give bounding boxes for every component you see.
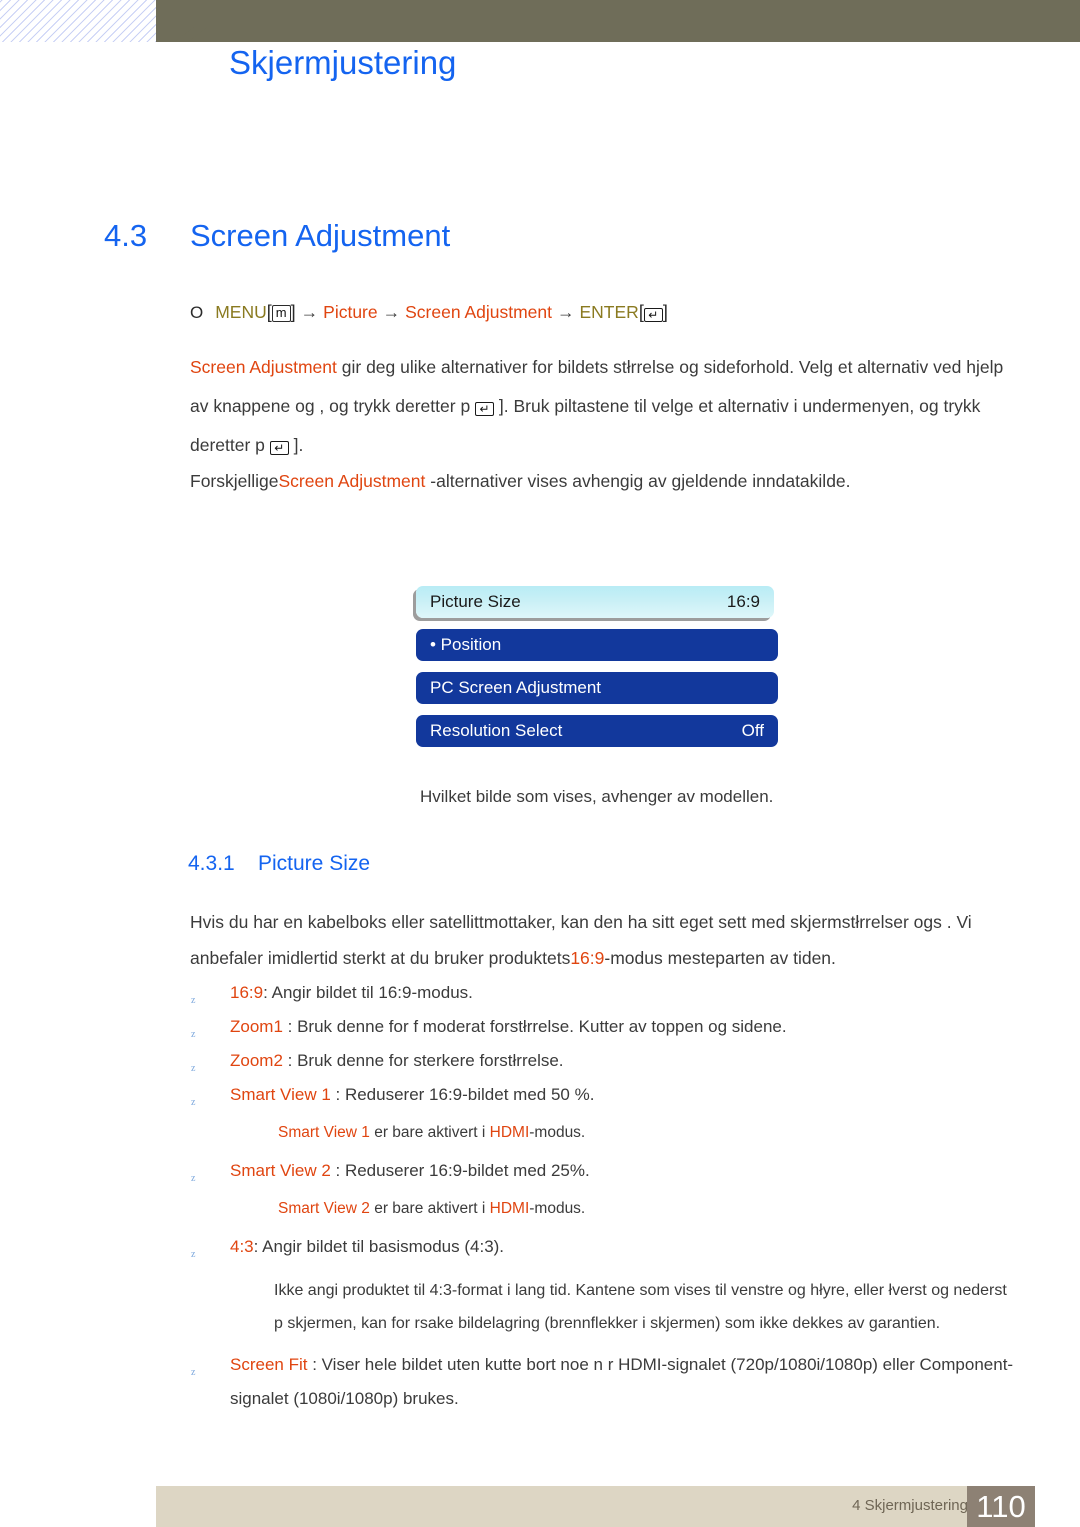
- picture-size-paragraph: Hvis du har en kabelboks eller satellitt…: [190, 904, 1010, 976]
- bullet-marker-icon: z: [191, 1367, 196, 1378]
- breadcrumb-screen-adjustment: Screen Adjustment: [405, 302, 552, 322]
- note-term-smart-view-2: Smart View 2: [278, 1200, 370, 1217]
- option-list: z 16:9: Angir bildet til 16:9-modus. z Zoo…: [186, 976, 1016, 1416]
- bracket-close-2: ]: [662, 302, 668, 322]
- list-item-desc: : Reduserer 16:9-bildet med 50 %.: [330, 1085, 595, 1104]
- arrow-icon-3: →: [557, 302, 575, 322]
- intro-term: Screen Adjustment: [190, 357, 337, 377]
- menu-key-icon: m: [271, 305, 291, 322]
- note-smart-view-1: Smart View 1 er bare aktivert i HDMI-mod…: [186, 1118, 1016, 1148]
- list-item-term: Smart View 2: [230, 1161, 331, 1180]
- note-text-sv1-2: -modus.: [529, 1124, 586, 1141]
- osd-row-picture-size[interactable]: Picture Size 16:9: [416, 586, 774, 618]
- osd-label-pc-screen-adjustment: PC Screen Adjustment: [430, 678, 602, 697]
- page-number: 110: [967, 1486, 1035, 1527]
- picture-size-term: 16:9: [570, 948, 605, 968]
- menu-label: MENU: [215, 302, 267, 322]
- subsection-title-text: Picture Size: [258, 852, 371, 875]
- picture-size-text-2: -modus mesteparten av tiden.: [604, 948, 836, 968]
- list-item-term: Zoom2: [230, 1051, 283, 1070]
- osd-caption: Hvilket bilde som vises, avhenger av mod…: [420, 787, 774, 806]
- intro-text-3: ].: [288, 435, 304, 455]
- variants-paragraph: ForskjelligeScreen Adjustment -alternati…: [190, 462, 1008, 501]
- note-term-smart-view-1: Smart View 1: [278, 1124, 370, 1141]
- osd-label-picture-size: Picture Size: [430, 592, 521, 611]
- osd-row-resolution-select[interactable]: Resolution Select Off: [416, 715, 778, 747]
- list-item-desc: : Bruk denne for f moderat forstłrrelse.…: [282, 1017, 787, 1036]
- header-notch-shape: [140, 0, 240, 42]
- list-item-term: Smart View 1: [230, 1085, 331, 1104]
- osd-row-position[interactable]: • Position: [416, 629, 778, 661]
- enter-key-icon: ↵: [643, 308, 663, 322]
- arrow-icon-2: →: [382, 302, 401, 322]
- hatch-decoration: [0, 0, 156, 42]
- section-title: Screen Adjustment: [190, 218, 451, 253]
- list-item: z Smart View 2 : Reduserer 16:9-bildet me…: [186, 1154, 1016, 1188]
- enter-key-icon-inline-2: ↵: [269, 441, 289, 455]
- page-header: [0, 0, 1080, 118]
- note-smart-view-2: Smart View 2 er bare aktivert i HDMI-mod…: [186, 1194, 1016, 1224]
- variants-text-2: -alternativer vises avhengig av gjeldend…: [425, 471, 851, 491]
- page-title: 4.3 Screen Adjustment: [104, 218, 450, 254]
- note-term-hdmi-1: HDMI: [489, 1124, 530, 1141]
- osd-menu: Picture Size 16:9 • Position PC Screen A…: [416, 586, 778, 758]
- breadcrumb: O MENU[m] → Picture → Screen Adjustment → ENTER…: [190, 302, 668, 323]
- list-item-desc: : Angir bildet til 16:9-modus.: [263, 983, 473, 1002]
- list-item: z 16:9: Angir bildet til 16:9-modus.: [186, 976, 1016, 1010]
- bullet-marker-icon: z: [191, 1097, 196, 1108]
- list-item: z Zoom1 : Bruk denne for f moderat forstł…: [186, 1010, 1016, 1044]
- osd-label-position: • Position: [430, 635, 502, 654]
- intro-paragraph: Screen Adjustment gir deg ulike alternat…: [190, 348, 1008, 465]
- note-4-3-warning: Ikke angi produktet til 4:3-format i lan…: [274, 1282, 1007, 1332]
- section-number: 4.3: [104, 218, 148, 253]
- chapter-title: Skjermjustering: [229, 44, 457, 81]
- list-item-term: 16:9: [230, 983, 264, 1002]
- list-item: z Screen Fit : Viser hele bildet uten kut…: [186, 1348, 1016, 1416]
- list-item-desc: : Viser hele bildet uten kutte bort noe …: [230, 1355, 1014, 1408]
- arrow-icon-1: →: [300, 302, 319, 322]
- variants-term: Screen Adjustment: [278, 471, 426, 491]
- note-text-sv2-2: -modus.: [529, 1200, 586, 1217]
- enter-label: ENTER: [579, 302, 639, 322]
- note-term-hdmi-2: HDMI: [489, 1200, 530, 1217]
- note-text-sv2-1: er bare aktivert i: [369, 1200, 490, 1217]
- bracket-close: ]: [290, 302, 296, 322]
- list-item-term: Zoom1: [230, 1017, 283, 1036]
- list-item-desc: : Angir bildet til basismodus (4:3).: [253, 1237, 505, 1256]
- osd-value-picture-size: 16:9: [726, 592, 760, 611]
- bullet-marker-icon: z: [191, 1173, 196, 1184]
- subsection-number: 4.3.1: [188, 852, 235, 875]
- bullet-marker-icon: z: [191, 1249, 196, 1260]
- list-item: z Zoom2 : Bruk denne for sterkere forstłr…: [186, 1044, 1016, 1078]
- list-item-desc: : Bruk denne for sterkere forstłrrelse.: [282, 1051, 564, 1070]
- note-text-sv1-1: er bare aktivert i: [369, 1124, 490, 1141]
- variants-text-1: Forskjellige: [190, 471, 279, 491]
- enter-key-icon-inline-1: ↵: [475, 402, 495, 416]
- header-olive-bar: [156, 0, 1080, 42]
- list-item: z 4:3: Angir bildet til basismodus (4:3).: [186, 1230, 1016, 1264]
- footer-chapter-label: 4 Skjermjustering: [852, 1497, 968, 1514]
- osd-row-pc-screen-adjustment[interactable]: PC Screen Adjustment: [416, 672, 778, 704]
- subsection-title: 4.3.1 Picture Size: [188, 852, 370, 876]
- list-item-term: Screen Fit: [230, 1355, 308, 1374]
- bullet-ring-icon: O: [190, 303, 204, 322]
- breadcrumb-picture: Picture: [323, 302, 378, 322]
- osd-label-resolution-select: Resolution Select: [430, 721, 563, 740]
- list-item-term: 4:3: [230, 1237, 254, 1256]
- list-item-desc: : Reduserer 16:9-bildet med 25%.: [330, 1161, 590, 1180]
- osd-value-resolution-select: Off: [741, 721, 764, 740]
- list-item: z Smart View 1 : Reduserer 16:9-bildet me…: [186, 1078, 1016, 1112]
